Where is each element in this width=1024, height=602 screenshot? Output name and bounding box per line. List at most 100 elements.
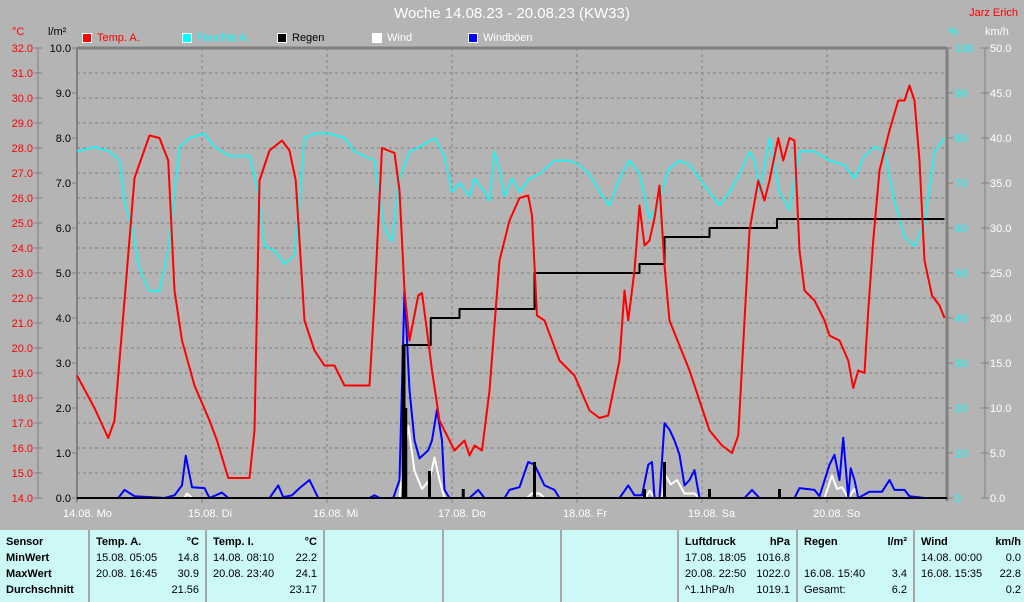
rain-tick-label: 5.0 xyxy=(56,268,71,280)
temp-a-avg: 21.56 xyxy=(171,584,199,596)
wind-tick-label: 30.0 xyxy=(990,223,1011,235)
temp-tick-label: 20.0 xyxy=(12,343,33,355)
temp-a-max: 30.9 xyxy=(177,568,199,580)
humidity-tick-label: 30 xyxy=(955,358,967,370)
pressure-max: 1022.0 xyxy=(756,568,790,580)
rain-tick-label: 6.0 xyxy=(56,223,71,235)
rain-total: 6.2 xyxy=(891,584,907,596)
wind-tick-label: 15.0 xyxy=(990,358,1011,370)
wind-column: Wind km/h 14.08. 00:00 0.0 16.08. 15:35 22.… xyxy=(913,530,1024,602)
temp-i-min-time: 14.08. 08:10 xyxy=(213,552,275,564)
wind-min: 0.0 xyxy=(1005,552,1021,564)
wind-tick-label: 45.0 xyxy=(990,88,1011,100)
row-label-min: MinWert xyxy=(6,552,50,564)
wind-title: Wind xyxy=(921,536,948,548)
temp-tick-label: 24.0 xyxy=(12,243,33,255)
row-label-sensor: Sensor xyxy=(6,536,44,548)
pressure-unit: hPa xyxy=(769,536,790,548)
stats-table: Sensor MinWert MaxWert Durchschnitt Temp… xyxy=(0,530,1024,602)
pressure-avg: 1019.1 xyxy=(756,584,790,596)
humidity-tick-label: 10 xyxy=(955,448,967,460)
empty-column-2 xyxy=(442,530,560,602)
humidity-tick-label: 90 xyxy=(955,88,967,100)
rain-column: Regen l/m² 16.08. 15:40 3.4 Gesamt: 6.2 xyxy=(796,530,913,602)
temp-tick-label: 30.0 xyxy=(12,93,33,105)
rain-max-time: 16.08. 15:40 xyxy=(804,568,866,580)
temperature-line xyxy=(76,84,946,479)
day-label: 17.08. Do xyxy=(438,508,486,520)
humidity-tick-label: 0 xyxy=(955,493,961,505)
empty-column-1 xyxy=(323,530,442,602)
wind-avg: 0.2 xyxy=(1005,584,1021,596)
day-label: 16.08. Mi xyxy=(313,508,358,520)
row-label-avg: Durchschnitt xyxy=(6,584,74,596)
wind-tick-label: 40.0 xyxy=(990,133,1011,145)
temp-tick-label: 28.0 xyxy=(12,143,33,155)
rain-tick-label: 4.0 xyxy=(56,313,71,325)
pressure-min-time: 17.08. 18:05 xyxy=(685,552,747,564)
temp-tick-label: 14.0 xyxy=(12,493,33,505)
temp-i-title: Temp. I. xyxy=(213,536,254,548)
wind-tick-label: 35.0 xyxy=(990,178,1011,190)
rain-tick-label: 0.0 xyxy=(56,493,71,505)
humidity-tick-label: 40 xyxy=(955,313,967,325)
empty-column-3 xyxy=(560,530,677,602)
rain-unit: l/m² xyxy=(887,536,907,548)
temp-i-unit: °C xyxy=(304,536,317,548)
rain-tick-label: 2.0 xyxy=(56,403,71,415)
temp-i-max: 24.1 xyxy=(295,568,317,580)
temp-a-max-time: 20.08. 16:45 xyxy=(96,568,158,580)
wind-tick-label: 50.0 xyxy=(990,43,1011,55)
weather-chart: 32.0 31.0 30.0 29.0 28.0 27.0 26.0 25.0 24.0 23.0… xyxy=(12,43,1012,520)
temp-tick-label: 29.0 xyxy=(12,118,33,130)
rain-tick-label: 7.0 xyxy=(56,178,71,190)
wind-tick-label: 20.0 xyxy=(990,313,1011,325)
pressure-title: Luftdruck xyxy=(685,536,736,548)
humidity-tick-label: 60 xyxy=(955,223,967,235)
temp-tick-label: 32.0 xyxy=(12,43,33,55)
humidity-line xyxy=(76,132,946,292)
temp-i-max-time: 20.08. 23:40 xyxy=(213,568,275,580)
wind-unit: km/h xyxy=(995,536,1021,548)
temp-tick-label: 18.0 xyxy=(12,393,33,405)
temp-a-unit: °C xyxy=(186,536,199,548)
day-label: 14.08. Mo xyxy=(63,508,112,520)
day-label: 20.08. So xyxy=(813,508,860,520)
day-label: 15.08. Di xyxy=(188,508,232,520)
wind-tick-label: 0.0 xyxy=(990,493,1005,505)
rain-tick-label: 10.0 xyxy=(50,43,71,55)
humidity-tick-label: 20 xyxy=(955,403,967,415)
rain-title: Regen xyxy=(804,536,838,548)
temp-tick-label: 22.0 xyxy=(12,293,33,305)
rain-tick-label: 8.0 xyxy=(56,133,71,145)
pressure-trend: ^1.1hPa/h xyxy=(685,584,735,596)
temp-tick-label: 31.0 xyxy=(12,68,33,80)
wind-tick-label: 5.0 xyxy=(990,448,1005,460)
pressure-max-time: 20.08. 22:50 xyxy=(685,568,747,580)
wind-max-time: 16.08. 15:35 xyxy=(921,568,983,580)
temp-i-min: 22.2 xyxy=(295,552,317,564)
temp-tick-label: 17.0 xyxy=(12,418,33,430)
humidity-tick-label: 100 xyxy=(955,43,973,55)
wind-tick-label: 25.0 xyxy=(990,268,1011,280)
rain-total-line xyxy=(77,218,945,499)
day-label: 19.08. Sa xyxy=(688,508,736,520)
pressure-column: Luftdruck hPa 17.08. 18:05 1016.8 20.08. 2… xyxy=(677,530,796,602)
temp-tick-label: 21.0 xyxy=(12,318,33,330)
day-label: 18.08. Fr xyxy=(563,508,607,520)
pressure-min: 1016.8 xyxy=(756,552,790,564)
rain-tick-label: 9.0 xyxy=(56,88,71,100)
rain-total-label: Gesamt: xyxy=(804,584,846,596)
temp-tick-label: 27.0 xyxy=(12,168,33,180)
temp-a-min: 14.8 xyxy=(177,552,199,564)
temp-tick-label: 23.0 xyxy=(12,268,33,280)
temp-tick-label: 25.0 xyxy=(12,218,33,230)
row-labels-column: Sensor MinWert MaxWert Durchschnitt xyxy=(0,530,88,602)
wind-tick-label: 10.0 xyxy=(990,403,1011,415)
temp-tick-label: 26.0 xyxy=(12,193,33,205)
gusts-line xyxy=(77,289,945,499)
wind-line xyxy=(77,425,945,499)
row-label-max: MaxWert xyxy=(6,568,52,580)
humidity-tick-label: 80 xyxy=(955,133,967,145)
humidity-tick-label: 70 xyxy=(955,178,967,190)
